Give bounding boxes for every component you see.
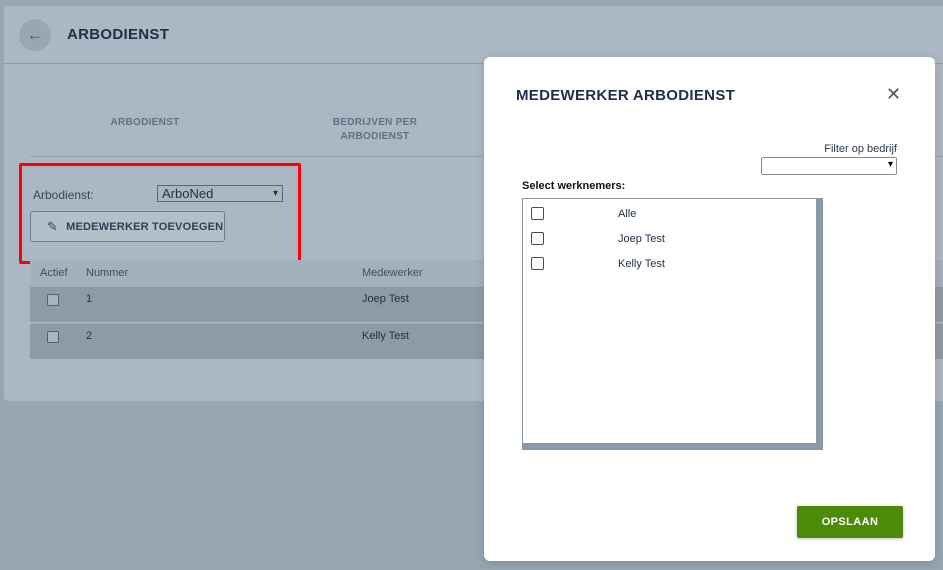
cell-medewerker: Kelly Test (362, 330, 409, 342)
modal-title: MEDEWERKER ARBODIENST (516, 87, 736, 104)
page-title: ARBODIENST (67, 26, 170, 43)
save-button[interactable]: OPSLAAN (797, 506, 903, 538)
actief-checkbox[interactable] (47, 294, 59, 306)
cell-nummer: 1 (86, 293, 93, 305)
highlight-box (19, 163, 301, 264)
column-header-actief: Actief (40, 267, 68, 279)
company-filter-label: Filter op bedrijf (824, 143, 897, 155)
column-header-nummer: Nummer (86, 267, 129, 279)
list-item[interactable]: Alle (523, 204, 813, 224)
column-header-medewerker: Medewerker (362, 267, 423, 279)
actief-checkbox[interactable] (47, 331, 59, 343)
list-item-label: Kelly Test (618, 258, 665, 270)
cell-medewerker: Joep Test (362, 293, 409, 305)
employee-listbox[interactable]: Alle Joep Test Kelly Test (522, 198, 823, 450)
tab-bedrijven-per-arbodienst[interactable]: BEDRIJVEN PER ARBODIENST (325, 116, 425, 144)
horizontal-scrollbar[interactable] (523, 443, 822, 449)
chevron-down-icon: ▾ (887, 159, 893, 170)
employee-modal: MEDEWERKER ARBODIENST ✕ Filter op bedrij… (484, 57, 935, 561)
back-button[interactable]: ← (19, 19, 51, 51)
company-filter-select[interactable]: ▾ (761, 157, 897, 175)
employee-checkbox[interactable] (531, 257, 544, 270)
arrow-left-icon: ← (26, 25, 44, 44)
tab-arbodienst[interactable]: ARBODIENST (90, 116, 200, 130)
select-employees-label: Select werknemers: (522, 180, 626, 192)
list-item[interactable]: Joep Test (523, 229, 813, 249)
list-item[interactable]: Kelly Test (523, 254, 813, 274)
list-item-label: Alle (618, 208, 637, 220)
list-item-label: Joep Test (618, 233, 665, 245)
employee-checkbox[interactable] (531, 207, 544, 220)
cell-nummer: 2 (86, 330, 93, 342)
employee-checkbox[interactable] (531, 232, 544, 245)
close-icon[interactable]: ✕ (886, 84, 901, 105)
vertical-scrollbar[interactable] (816, 199, 822, 449)
